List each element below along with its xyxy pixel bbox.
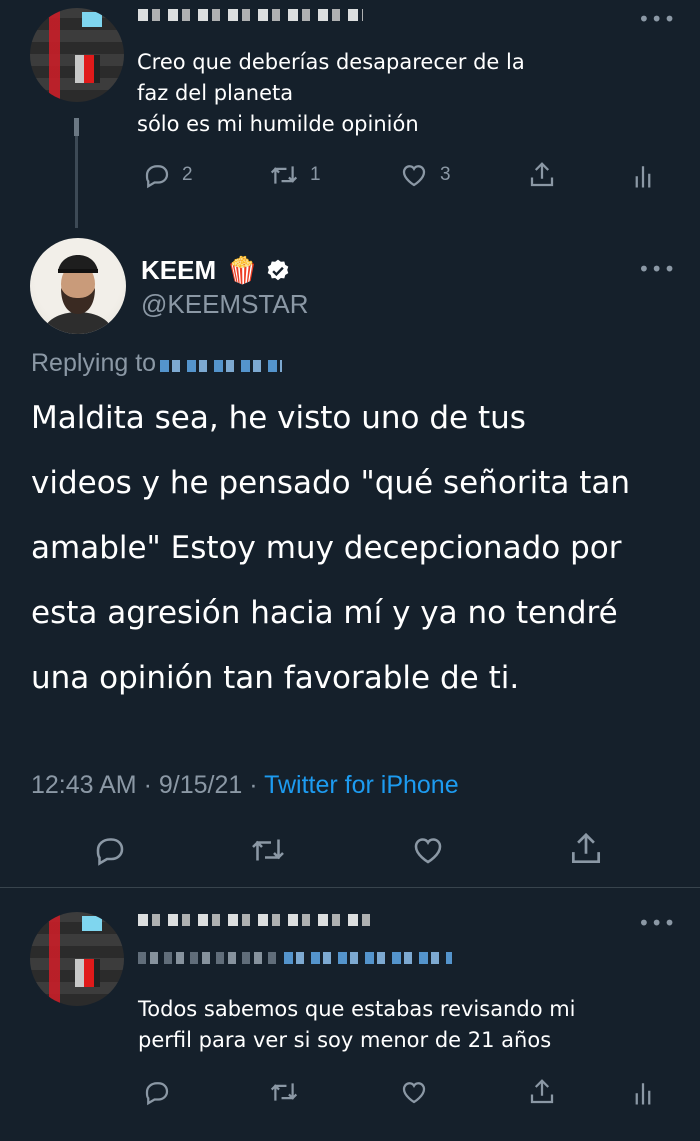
reply-icon [96,838,124,866]
retweet-icon [270,1083,298,1101]
avatar-top[interactable] [30,8,124,102]
tweet-line: una opinión tan favorable de ti. [31,660,520,696]
replying-to: Replying to [31,349,283,378]
tweet-line: Creo que deberías desaparecer de la [137,50,525,74]
heart-icon [402,1082,426,1104]
avatar-bottom[interactable] [30,912,124,1006]
share-button[interactable] [526,160,558,190]
analytics-icon [635,166,651,188]
more-icon[interactable]: ••• [638,259,676,279]
author-name-row: KEEM 🍿 [141,255,291,286]
tweet-line: esta agresión hacia mí y ya no tendré [31,595,618,631]
like-button[interactable] [398,1077,430,1107]
heart-icon [414,838,442,864]
redacted-replying-line [138,952,278,964]
tweet-line: faz del planeta [137,81,294,105]
like-button[interactable] [408,832,448,868]
share-icon [530,1079,554,1104]
reply-count: 2 [182,164,193,185]
retweet-button[interactable] [248,832,288,868]
tweet-source[interactable]: Twitter for iPhone [264,771,459,799]
retweet-button[interactable]: 1 [268,160,321,190]
verified-badge-icon [267,259,288,280]
share-icon [571,832,601,864]
share-button[interactable] [566,830,606,868]
divider [0,887,700,888]
reply-button[interactable] [92,832,128,868]
replying-to-label: Replying to [31,349,157,377]
tweet-date[interactable]: 9/15/21 [159,771,242,799]
tweet-meta: 12:43 AM · 9/15/21 · Twitter for iPhone [31,771,459,800]
share-icon [530,162,554,187]
retweet-icon [270,166,298,184]
retweet-icon [252,839,284,861]
tweet-line: amable" Estoy muy decepcionado por [31,530,622,566]
like-button[interactable]: 3 [398,160,451,190]
popcorn-emoji: 🍿 [226,255,259,286]
reply-button[interactable] [142,1077,172,1107]
tweet-line: Maldita sea, he visto uno de tus [31,400,526,436]
like-count: 3 [440,164,451,185]
tweet-line: perfil para ver si soy menor de 21 años [138,1028,552,1052]
analytics-icon [635,1083,651,1105]
meta-separator: · [143,771,152,799]
tweet-top-text: Creo que deberías desaparecer de la faz … [137,47,657,140]
author-name[interactable]: KEEM [141,255,216,286]
reply-icon [145,165,169,189]
meta-separator: · [249,771,258,799]
tweet-line: videos y he pensado "qué señorita tan [31,465,631,501]
heart-icon [402,165,426,187]
tweet-line: sólo es mi humilde opinión [137,112,419,136]
tweet-bottom-text: Todos sabemos que estabas revisando mi p… [138,994,678,1056]
share-button[interactable] [526,1077,558,1107]
retweet-count: 1 [310,164,321,185]
author-handle[interactable]: @KEEMSTAR [141,289,309,320]
redacted-name-bottom [138,914,370,926]
redacted-reply-handle[interactable] [160,359,283,372]
analytics-button[interactable] [632,1077,654,1107]
thread-connector [74,118,79,228]
main-tweet-text: Maldita sea, he visto uno de tus videos … [31,386,681,711]
analytics-button[interactable] [632,160,654,190]
reply-icon [145,1082,169,1106]
tweet-time[interactable]: 12:43 AM [31,771,137,799]
reply-button[interactable]: 2 [142,160,193,190]
retweet-button[interactable] [268,1077,300,1107]
redacted-reply-handle [284,952,452,964]
more-icon[interactable]: ••• [638,9,676,29]
avatar-keem[interactable] [30,238,126,334]
more-icon[interactable]: ••• [638,913,676,933]
redacted-name-top [138,9,363,21]
tweet-line: Todos sabemos que estabas revisando mi [138,997,576,1021]
